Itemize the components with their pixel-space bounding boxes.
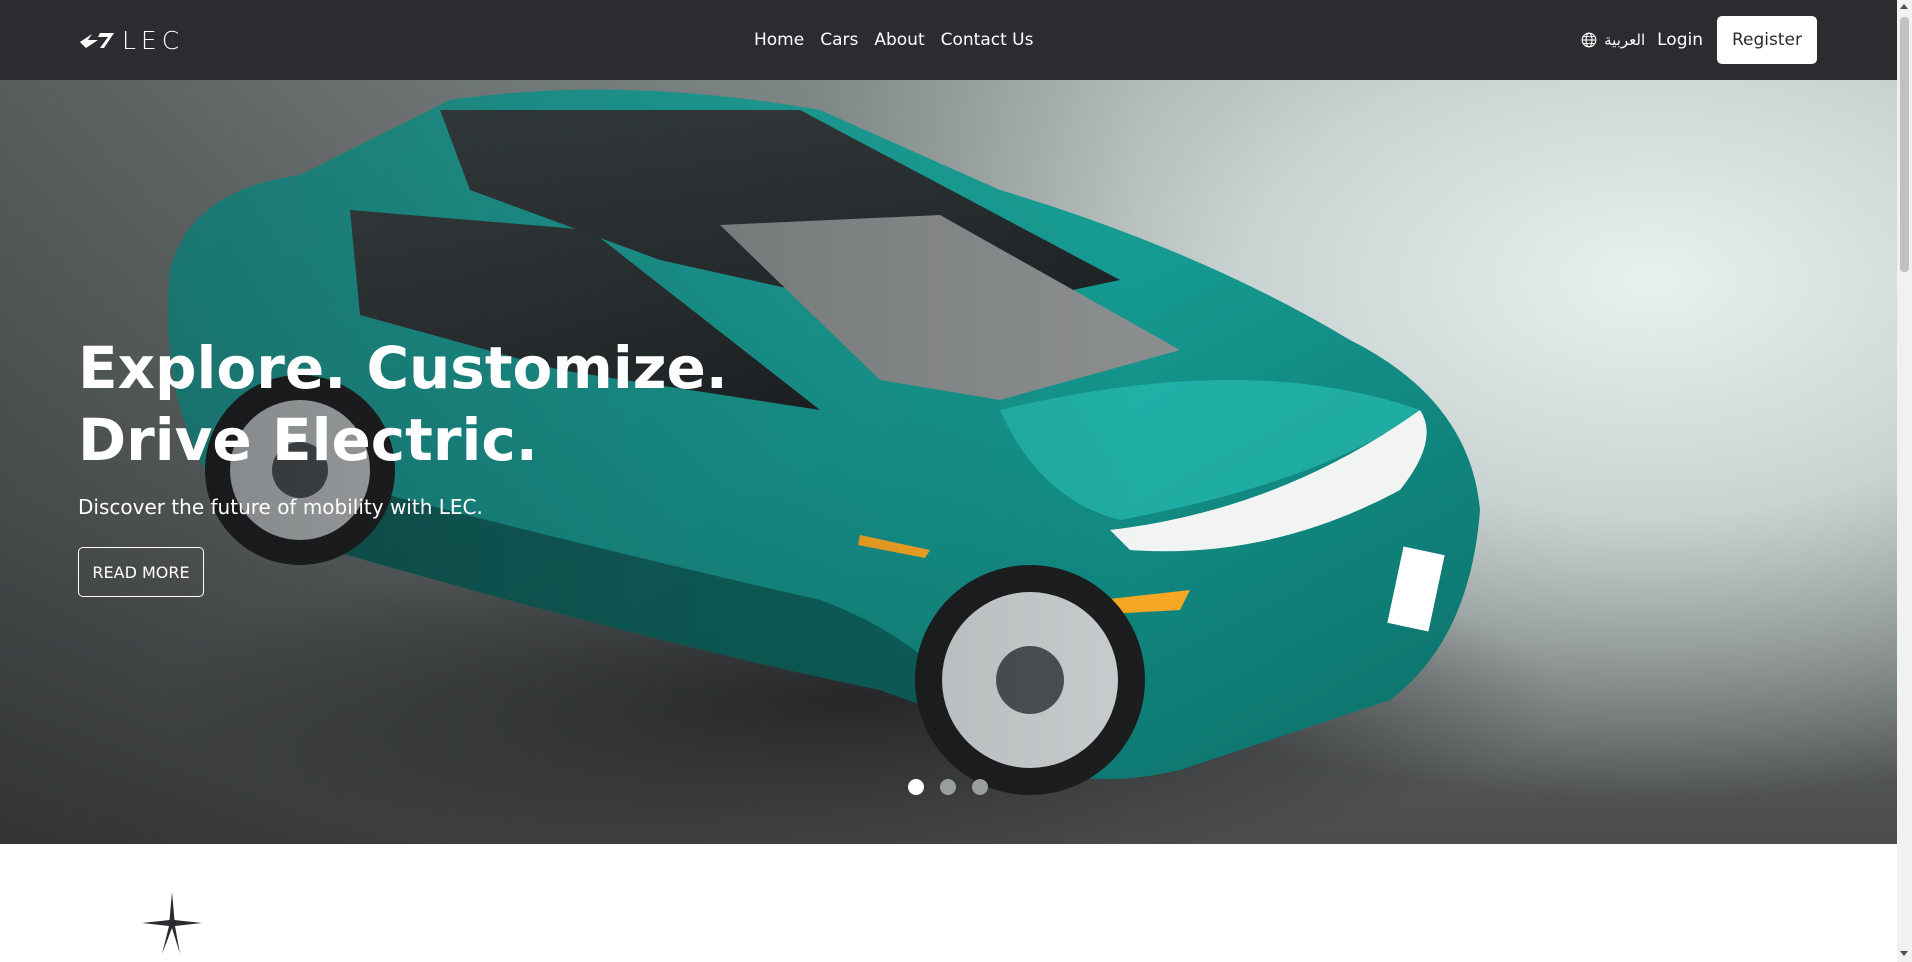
logo-mark-icon bbox=[80, 33, 114, 48]
scroll-thumb[interactable] bbox=[1900, 17, 1909, 272]
carousel-dot-1[interactable] bbox=[908, 779, 924, 795]
hero-title-line1: Explore. Customize. bbox=[78, 334, 728, 402]
carousel-dot-2[interactable] bbox=[940, 779, 956, 795]
page-scrollbar[interactable] bbox=[1897, 0, 1912, 962]
sparkle-star-icon bbox=[142, 892, 202, 954]
top-navbar: LEC Home Cars About Contact Us العربية L… bbox=[0, 0, 1897, 80]
hero-title-line2: Drive Electric. bbox=[78, 406, 538, 474]
globe-icon bbox=[1581, 32, 1597, 48]
login-link[interactable]: Login bbox=[1657, 30, 1703, 50]
nav-actions: العربية Login Register bbox=[1581, 16, 1817, 64]
carousel-indicators bbox=[908, 779, 988, 795]
read-more-button[interactable]: READ MORE bbox=[78, 547, 204, 597]
language-switcher[interactable]: العربية bbox=[1581, 31, 1645, 49]
brand-name: LEC bbox=[122, 25, 185, 55]
scroll-up-arrow-icon[interactable] bbox=[1900, 4, 1908, 9]
brand-logo[interactable]: LEC bbox=[78, 25, 185, 55]
scroll-down-arrow-icon[interactable] bbox=[1900, 951, 1908, 956]
carousel-dot-3[interactable] bbox=[972, 779, 988, 795]
nav-link-contact[interactable]: Contact Us bbox=[941, 30, 1034, 50]
nav-link-home[interactable]: Home bbox=[754, 30, 804, 50]
language-label: العربية bbox=[1604, 31, 1646, 49]
nav-link-cars[interactable]: Cars bbox=[820, 30, 858, 50]
hero-title: Explore. Customize. Drive Electric. bbox=[78, 332, 798, 476]
register-button[interactable]: Register bbox=[1717, 16, 1817, 64]
hero-carousel: Explore. Customize. Drive Electric. Disc… bbox=[0, 80, 1897, 844]
nav-link-about[interactable]: About bbox=[874, 30, 924, 50]
hero-subtitle: Discover the future of mobility with LEC… bbox=[78, 495, 483, 519]
main-nav: Home Cars About Contact Us bbox=[754, 0, 1033, 80]
